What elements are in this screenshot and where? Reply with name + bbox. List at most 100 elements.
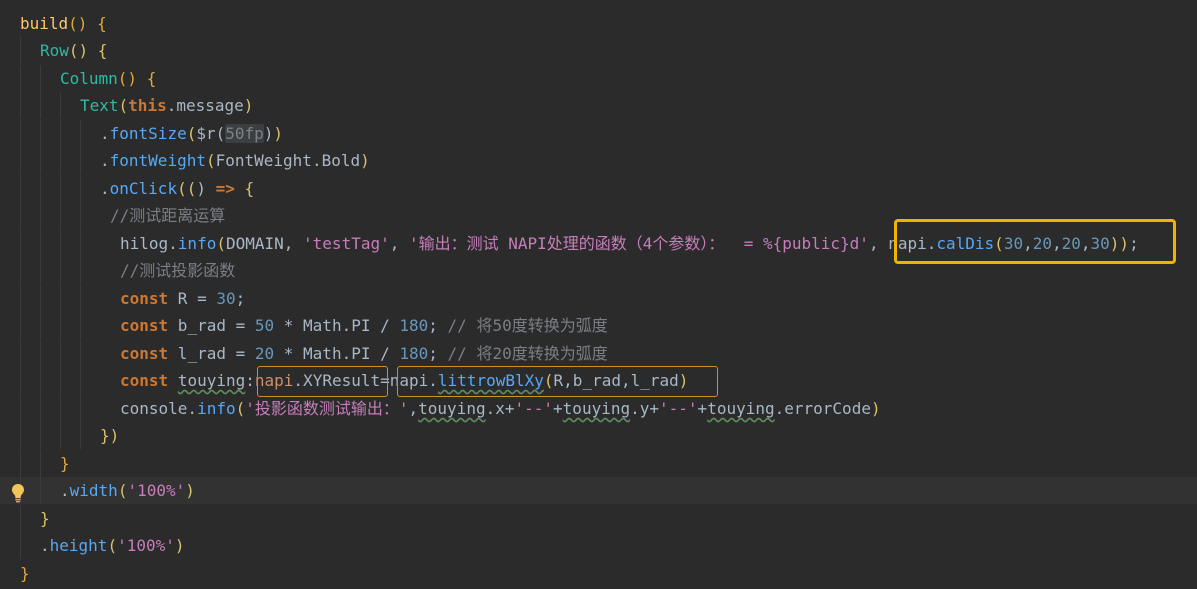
code-token: $r(	[196, 124, 226, 143]
indent-guide	[40, 120, 41, 148]
code-editor[interactable]: build() {Row() {Column() {Text(this.mess…	[0, 0, 1197, 589]
code-token: // 将50度转换为弧度	[447, 316, 608, 335]
code-token: touying	[562, 399, 631, 418]
code-token: (	[216, 234, 226, 253]
code-token: * Math.PI /	[274, 316, 400, 335]
code-token: )	[196, 179, 216, 198]
indent-guide	[40, 340, 41, 368]
indent-guide	[60, 202, 61, 230]
indent-guide	[20, 532, 21, 560]
code-token: '100%'	[117, 536, 175, 555]
code-token: R =	[168, 289, 217, 308]
indent-guide	[80, 367, 81, 395]
code-token: }	[60, 454, 70, 473]
indent-guide	[40, 285, 41, 313]
indent-guide	[40, 422, 41, 450]
code-token: )	[185, 481, 195, 500]
code-token: ((	[177, 179, 197, 198]
code-token: // 将20度转换为弧度	[447, 344, 608, 363]
indent-guide	[60, 175, 61, 203]
indent-guide	[80, 257, 81, 285]
code-text: //测试距离运算	[110, 202, 225, 229]
code-token: )	[273, 124, 284, 143]
code-token: )	[174, 536, 185, 555]
code-token: '投影函数测试输出：'	[245, 399, 409, 418]
code-text: const R = 30;	[120, 285, 245, 312]
code-token: .	[100, 179, 110, 198]
indent-guide	[80, 340, 81, 368]
indent-guide	[20, 175, 21, 203]
code-token: 50	[254, 316, 275, 335]
code-text: build() {	[20, 10, 107, 37]
code-token: width	[69, 481, 118, 500]
code-token: const	[120, 371, 169, 390]
indent-guide	[60, 147, 61, 175]
code-token: ,	[389, 234, 409, 253]
code-token: })	[100, 426, 120, 445]
code-line[interactable]: .fontWeight(FontWeight.Bold)	[0, 147, 1197, 175]
code-text: .fontWeight(FontWeight.Bold)	[100, 147, 370, 174]
code-line[interactable]: }	[0, 505, 1197, 533]
code-token: (	[205, 151, 216, 170]
code-token: (	[117, 481, 128, 500]
code-token: () {	[117, 69, 157, 88]
code-text: })	[100, 422, 119, 449]
code-token: const	[120, 316, 169, 335]
indent-guide	[40, 175, 41, 203]
indent-guide	[20, 505, 21, 533]
indent-guide	[60, 340, 61, 368]
indent-guide	[20, 147, 21, 175]
code-line[interactable]: Text(this.message)	[0, 92, 1197, 120]
code-token: =>	[215, 179, 235, 198]
code-line[interactable]: }	[0, 560, 1197, 587]
indent-guide	[20, 202, 21, 230]
code-token: //测试投影函数	[120, 261, 236, 280]
code-token: .x+	[485, 399, 515, 418]
code-token: () {	[68, 41, 108, 60]
indent-guide	[80, 230, 81, 258]
code-text: .height('100%')	[40, 532, 185, 559]
indent-guide	[60, 367, 61, 395]
indent-guide	[60, 120, 61, 148]
indent-guide	[40, 477, 41, 505]
indent-guide	[60, 422, 61, 450]
code-token: b_rad =	[168, 316, 255, 335]
code-line[interactable]: }	[0, 450, 1197, 478]
indent-guide	[40, 65, 41, 93]
code-line[interactable]: const l_rad = 20 * Math.PI / 180; // 将20…	[0, 340, 1197, 368]
code-text: Text(this.message)	[80, 92, 253, 119]
code-token: .	[100, 124, 110, 143]
indent-guide	[20, 367, 21, 395]
code-token: console.	[120, 399, 198, 418]
code-line[interactable]: console.info('投影函数测试输出：',touying.x+'--'+…	[0, 395, 1197, 423]
code-token: touying	[177, 371, 246, 390]
code-token: info	[197, 399, 236, 418]
code-line[interactable]: Column() {	[0, 65, 1197, 93]
indent-guide	[40, 312, 41, 340]
code-line[interactable]: const b_rad = 50 * Math.PI / 180; // 将50…	[0, 312, 1197, 340]
code-line[interactable]: .fontSize($r(50fp))	[0, 120, 1197, 148]
code-token: )	[263, 124, 274, 143]
code-text: Column() {	[60, 65, 156, 92]
lightbulb-icon[interactable]	[10, 483, 26, 503]
indent-guide	[60, 257, 61, 285]
indent-guide	[60, 285, 61, 313]
code-line[interactable]: .onClick(() => {	[0, 175, 1197, 203]
code-line[interactable]: const R = 30;	[0, 285, 1197, 313]
indent-guide	[20, 257, 21, 285]
code-line[interactable]: Row() {	[0, 37, 1197, 65]
code-line[interactable]: .width('100%')	[0, 477, 1197, 505]
indent-guide	[60, 395, 61, 423]
code-token: .message	[166, 96, 244, 115]
code-text: }	[40, 505, 50, 532]
indent-guide	[20, 450, 21, 478]
code-line[interactable]: build() {	[0, 10, 1197, 37]
code-token: +	[553, 399, 563, 418]
code-token: ;	[428, 344, 448, 363]
code-line[interactable]: .height('100%')	[0, 532, 1197, 560]
indent-guide	[40, 230, 41, 258]
code-token: () {	[68, 14, 107, 33]
highlight-box-napi-type	[257, 366, 388, 397]
code-line[interactable]: })	[0, 422, 1197, 450]
code-token: '输出：测试 NAPI处理的函数（4个参数）： = %{public}d'	[409, 234, 869, 253]
